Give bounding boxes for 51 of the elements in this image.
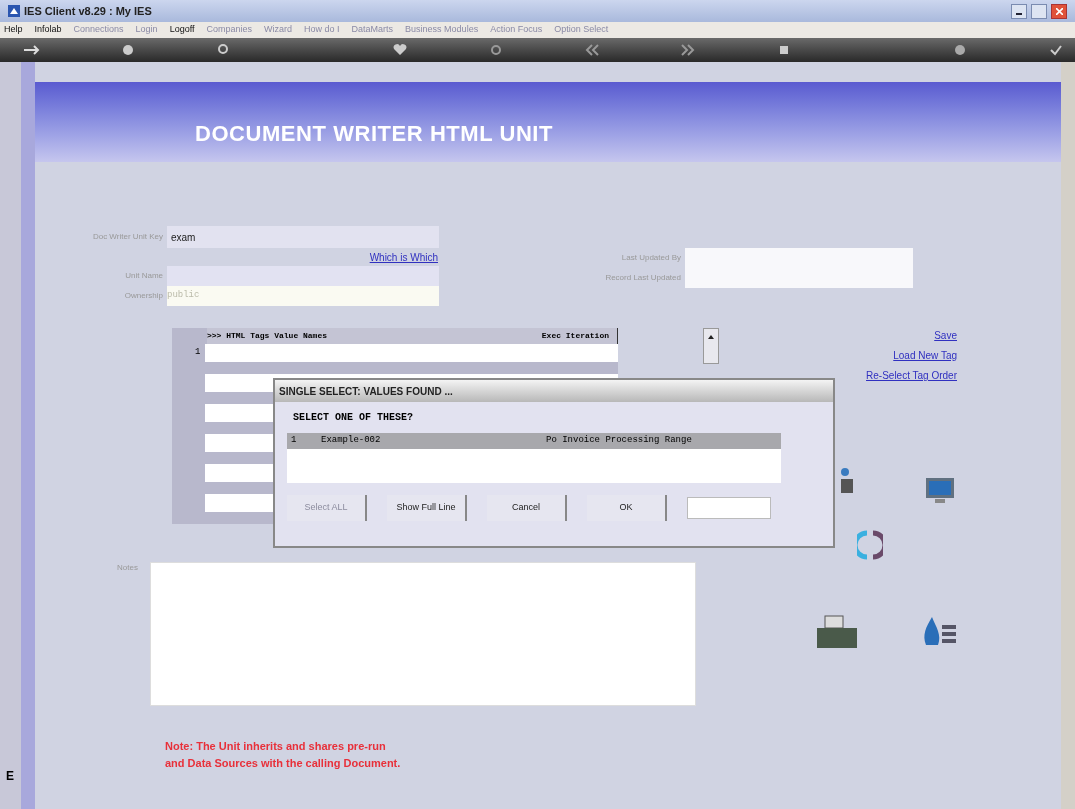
window-title: IES Client v8.29 : My IES xyxy=(24,3,152,19)
list-row[interactable]: 1 Example-002 Po Invoice Processing Range xyxy=(287,433,781,449)
heart-icon[interactable] xyxy=(392,43,408,57)
value-description: Po Invoice Processing Range xyxy=(546,434,692,448)
dialog-button[interactable]: Cancel xyxy=(487,495,567,521)
printer-icon xyxy=(817,614,857,650)
unit-name-field[interactable] xyxy=(167,266,439,286)
last-updated-by-field[interactable] xyxy=(685,248,913,268)
page-title: DOCUMENT WRITER HTML UNIT xyxy=(195,120,553,148)
notes-label: Notes xyxy=(116,562,139,574)
action-link[interactable]: Load New Tag xyxy=(893,348,957,363)
check-icon[interactable] xyxy=(1048,43,1064,57)
column-header: Exec Iteration xyxy=(541,330,610,342)
value-name: Example-002 xyxy=(321,434,382,448)
person-icon xyxy=(839,467,855,493)
unit-key-field[interactable]: exam xyxy=(167,226,439,248)
field-label: Ownership xyxy=(123,290,164,302)
row-number: 1 xyxy=(195,346,202,360)
minimize-button[interactable] xyxy=(1011,3,1027,19)
menu-item[interactable]: Help xyxy=(4,23,23,37)
which-is-which-link[interactable]: Which is Which xyxy=(369,249,438,265)
monitor-icon xyxy=(925,477,955,505)
circle-icon[interactable] xyxy=(952,43,968,57)
field-label: Record Last Updated xyxy=(604,272,682,284)
input-field[interactable] xyxy=(687,497,771,519)
column-header: >>> HTML Tags Value Names xyxy=(207,330,329,342)
arrow-icon[interactable] xyxy=(24,43,40,57)
dialog-button[interactable]: OK xyxy=(587,495,667,521)
note-text: and Data Sources with the calling Document. xyxy=(165,755,402,771)
menu-item[interactable]: Logoff xyxy=(169,23,195,37)
row-number: 1 xyxy=(291,434,298,448)
action-link[interactable]: Re-Select Tag Order xyxy=(866,368,957,383)
menu-item[interactable]: Infolab xyxy=(34,23,62,37)
minimize-icon xyxy=(1016,12,1022,15)
forward-icon[interactable] xyxy=(680,43,696,57)
app-icon xyxy=(8,5,20,17)
close-icon xyxy=(1055,7,1063,15)
dialog-button[interactable]: Show Full Line xyxy=(387,495,467,521)
side-letter: E xyxy=(6,768,15,785)
note-text: Note: The Unit inherits and shares pre-run xyxy=(165,739,387,754)
notes-field[interactable] xyxy=(150,562,696,706)
field-label: Doc Writer Unit Key xyxy=(91,231,164,243)
scroll-button[interactable] xyxy=(703,328,719,364)
action-link[interactable]: Save xyxy=(934,328,957,343)
field-label: Unit Name xyxy=(124,270,164,282)
record-last-updated-field[interactable] xyxy=(685,268,913,288)
rewind-icon[interactable] xyxy=(584,43,600,57)
close-button[interactable] xyxy=(1051,3,1067,19)
dialog-prompt: SELECT ONE OF THESE? xyxy=(293,411,414,425)
up-arrow-icon xyxy=(708,334,714,340)
dialog-title: SINGLE SELECT: VALUES FOUND ... xyxy=(279,384,453,399)
